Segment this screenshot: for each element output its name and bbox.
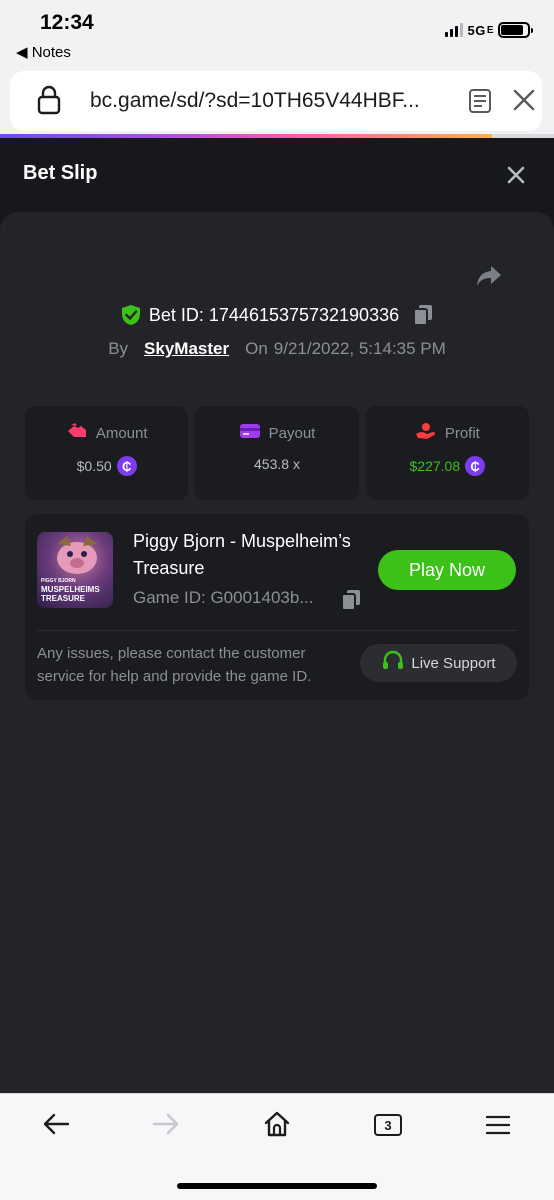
profit-icon [415, 422, 437, 444]
bet-id-row: Bet ID: 1744615375732190336 [0, 304, 554, 326]
status-indicators: 5G E [445, 22, 533, 38]
play-now-button[interactable]: Play Now [378, 550, 516, 590]
menu-icon[interactable] [485, 1114, 511, 1141]
home-indicator [177, 1183, 377, 1189]
thumbnail-subtitle: PIGGY BJORN [41, 578, 76, 584]
tabs-button[interactable]: 3 [374, 1114, 402, 1136]
game-name: Piggy Bjorn - Muspelheim’s Treasure [133, 531, 351, 578]
back-to-notes-link[interactable]: ◀ Notes [16, 43, 71, 61]
forward-arrow-icon[interactable] [152, 1112, 180, 1141]
profit-label: Profit [444, 424, 480, 442]
status-time: 12:34 [40, 11, 94, 34]
by-label: By [108, 339, 129, 358]
amount-value: $0.50 [76, 458, 112, 474]
support-note: Any issues, please contact the customer … [37, 645, 312, 685]
game-card: PIGGY BJORN MUSPELHEIMS TREASURE Piggy B… [25, 514, 529, 700]
payout-label: Payout [268, 424, 316, 442]
live-support-label: Live Support [411, 654, 496, 672]
signal-icon [445, 23, 464, 37]
bet-id: Bet ID: 1744615375732190336 [148, 304, 400, 325]
status-bar: 12:34 ◀ Notes 5G E [0, 0, 554, 64]
home-icon[interactable] [263, 1110, 291, 1143]
app-area: Bet Slip Bet ID: 1744615375732190336 By [0, 138, 554, 1093]
url-text[interactable]: bc.game/sd/?sd=10TH65V44HBF... [90, 89, 460, 113]
coin-icon: ₵ [116, 456, 137, 476]
payout-card: Payout 453.8 x [195, 406, 359, 500]
payout-value: 453.8 x [254, 456, 300, 472]
reader-mode-icon[interactable] [468, 88, 492, 119]
amount-label: Amount [95, 424, 148, 442]
close-bet-slip-icon[interactable] [506, 165, 526, 190]
amount-icon [66, 422, 88, 444]
payout-icon [239, 422, 261, 444]
share-icon[interactable] [476, 265, 502, 292]
game-thumbnail[interactable]: PIGGY BJORN MUSPELHEIMS TREASURE [37, 532, 113, 608]
bet-slip-header: Bet Slip [0, 138, 554, 212]
on-label: On [245, 339, 268, 358]
bet-author-row: By SkyMaster On 9/21/2022, 5:14:35 PM [0, 339, 554, 359]
verified-shield-icon [121, 304, 141, 326]
live-support-button[interactable]: Live Support [360, 644, 517, 682]
username-link[interactable]: SkyMaster [144, 339, 229, 359]
copy-game-id-icon[interactable] [341, 589, 361, 616]
battery-icon [498, 22, 533, 38]
network-label: 5G [467, 22, 486, 38]
bet-slip-panel: Bet ID: 1744615375732190336 By SkyMaster… [0, 212, 554, 1093]
game-id: Game ID: G0001403b... [133, 588, 314, 607]
amount-card: Amount $0.50 ₵ [25, 406, 189, 500]
page-title: Bet Slip [23, 162, 98, 184]
network-suffix: E [486, 24, 494, 36]
page: 12:34 ◀ Notes 5G E bc.game/sd/?sd=10TH65V… [0, 0, 554, 1200]
close-icon[interactable] [512, 88, 536, 117]
profit-card: Profit $227.08 ₵ [365, 406, 529, 500]
bet-stats: Amount $0.50 ₵ Payout 453.8 x Profit $22… [25, 406, 529, 500]
lock-icon [36, 85, 62, 120]
copy-icon[interactable] [413, 304, 433, 326]
url-bar[interactable]: bc.game/sd/?sd=10TH65V44HBF... [10, 71, 542, 131]
back-arrow-icon[interactable] [42, 1112, 70, 1141]
browser-toolbar: 3 [0, 1093, 554, 1200]
headset-icon [381, 649, 405, 677]
divider [37, 630, 517, 631]
bet-date: 9/21/2022, 5:14:35 PM [273, 339, 446, 358]
thumbnail-title: MUSPELHEIMS TREASURE [41, 585, 100, 603]
profit-value: $227.08 [409, 458, 461, 474]
coin-icon: ₵ [465, 456, 486, 476]
